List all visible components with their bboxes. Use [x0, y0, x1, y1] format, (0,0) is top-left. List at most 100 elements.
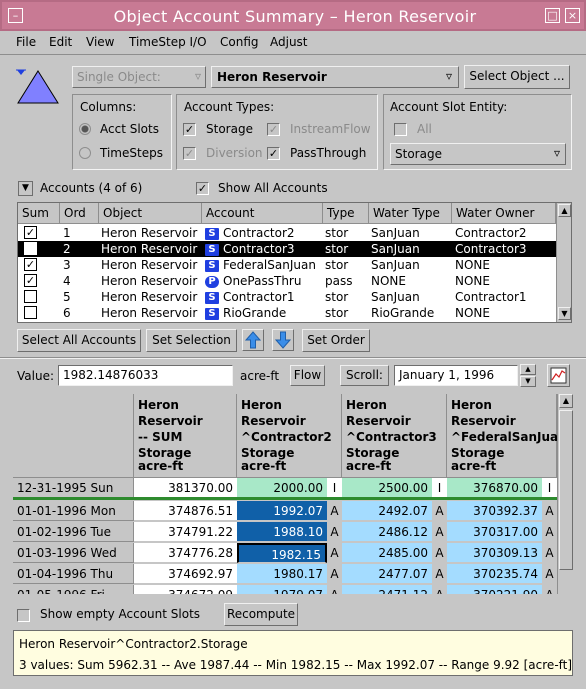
maximize-icon[interactable]: □ [545, 8, 560, 23]
grid-value-cell[interactable]: 374672.09 [134, 585, 237, 594]
grid-value-cell[interactable]: 2486.12 [342, 522, 432, 542]
sum-checkbox[interactable]: ✓ [24, 226, 37, 239]
timestep-label[interactable]: 01-03-1996 Wed [13, 543, 134, 563]
grid-column-header[interactable]: Heron Reservoir -- SUM Storage acre-ft [134, 394, 237, 478]
grid-value-cell[interactable]: 370235.74 [447, 564, 542, 584]
column-header-water-type[interactable]: Water Type [369, 203, 452, 224]
grid-column-header[interactable]: Heron Reservoir ^Contractor3 Storage acre-f… [342, 394, 447, 478]
account-row[interactable]: 5 Heron Reservoir S Contractor1 stor SanJuan C… [18, 289, 556, 305]
grid-value-cell[interactable]: 2477.07 [342, 564, 432, 584]
menu-adjust[interactable]: Adjust [270, 35, 308, 49]
timestep-label[interactable]: 01-05-1996 Fri [13, 585, 134, 594]
checkbox-show-all-accounts[interactable]: ✓ [196, 182, 209, 195]
set-order-button[interactable]: Set Order [302, 329, 370, 352]
sum-checkbox[interactable]: ✓ [24, 258, 37, 271]
flow-button[interactable]: Flow [290, 365, 325, 386]
grid-value-cell[interactable]: 374692.97 [134, 564, 237, 584]
sum-checkbox[interactable] [24, 306, 37, 319]
slot-entity-select[interactable]: Storage ▿ [390, 143, 566, 165]
timestep-label[interactable]: 01-04-1996 Thu [13, 564, 134, 584]
grid-value-cell[interactable]: 1982.15 [237, 543, 327, 563]
owner-cell: Contractor3 [455, 242, 527, 256]
close-icon[interactable]: × [565, 8, 580, 23]
grid-value-cell[interactable]: 381370.00 [134, 478, 237, 498]
sum-checkbox[interactable]: ✓ [24, 274, 37, 287]
select-object-button[interactable]: Select Object ... [464, 65, 570, 89]
plot-button[interactable] [547, 364, 570, 387]
date-spinner[interactable]: ▲ ▼ [520, 364, 536, 387]
column-header-ord[interactable]: Ord [60, 203, 99, 224]
grid-value-cell[interactable]: 2485.00 [342, 543, 432, 563]
accounts-vertical-scrollbar[interactable]: ▲ ▼ [556, 203, 571, 322]
menu-config[interactable]: Config [220, 35, 259, 49]
menu-file[interactable]: File [16, 35, 36, 49]
grid-value-cell[interactable]: 374876.51 [134, 501, 237, 521]
move-down-button[interactable] [272, 329, 294, 351]
set-selection-button[interactable]: Set Selection [146, 329, 237, 352]
move-up-button[interactable] [242, 329, 264, 351]
scroll-label[interactable]: Scroll: [340, 365, 389, 386]
column-header-water-owner[interactable]: Water Owner [452, 203, 556, 224]
recompute-button[interactable]: Recompute [224, 603, 298, 626]
checkbox-passthrough[interactable]: ✓ [267, 147, 280, 160]
menu-view[interactable]: View [86, 35, 114, 49]
grid-vertical-scrollbar[interactable]: ▲ [557, 394, 573, 594]
scroll-date-input[interactable]: January 1, 1996 [394, 365, 518, 386]
grid-value-cell[interactable]: 1988.10 [237, 522, 327, 542]
grid-value-cell[interactable]: 1979.07 [237, 585, 327, 594]
account-row[interactable]: ✓ 4 Heron Reservoir P OnePassThru pass NONE NON… [18, 273, 556, 289]
column-header-account[interactable]: Account [202, 203, 323, 224]
spin-up-icon[interactable]: ▲ [520, 364, 536, 375]
grid-column-header[interactable]: Heron Reservoir ^Contractor2 Storage acre-f… [237, 394, 342, 478]
scroll-date-text: January 1, 1996 [399, 368, 495, 382]
grid-value-cell[interactable]: 376870.00 [447, 478, 542, 498]
radio-acct-slots[interactable] [79, 123, 91, 135]
grid-value-cell[interactable]: 2492.07 [342, 501, 432, 521]
timestep-label[interactable]: 12-31-1995 Sun [13, 478, 134, 498]
grid-scroll-thumb[interactable] [559, 410, 573, 570]
object-select[interactable]: Heron Reservoir ▿ [211, 66, 459, 88]
accounts-collapse-toggle[interactable]: ▼ [18, 181, 33, 196]
menu-timestep-io[interactable]: TimeStep I/O [129, 35, 207, 49]
menu-edit[interactable]: Edit [49, 35, 72, 49]
column-header-type[interactable]: Type [323, 203, 369, 224]
sum-checkbox[interactable]: ✓ [24, 242, 37, 255]
grid-value-cell[interactable]: 374776.28 [134, 543, 237, 563]
account-row[interactable]: ✓ 3 Heron Reservoir S FederalSanJuan stor SanJ… [18, 257, 556, 273]
grid-value-cell[interactable]: 1980.17 [237, 564, 327, 584]
grid-value-cell[interactable]: 2000.00 [237, 478, 327, 498]
ord-cell: 1 [63, 226, 71, 240]
timestep-label[interactable]: 01-02-1996 Tue [13, 522, 134, 542]
title-bar[interactable]: – Object Account Summary – Heron Reservo… [0, 0, 586, 31]
columns-group-title: Columns: [80, 100, 137, 114]
account-row[interactable]: ✓ 1 Heron Reservoir S Contractor2 stor SanJuan… [18, 225, 556, 241]
column-unit: acre-ft [138, 459, 184, 473]
value-input[interactable]: 1982.14876033 [58, 365, 233, 386]
radio-timesteps[interactable] [79, 147, 91, 159]
column-unit: acre-ft [241, 459, 287, 473]
account-row[interactable]: ✓ 2 Heron Reservoir S Contractor3 stor SanJuan… [18, 241, 556, 257]
scroll-up-icon[interactable]: ▲ [559, 394, 573, 408]
sum-checkbox[interactable] [24, 290, 37, 303]
grid-value-cell[interactable]: 1992.07 [237, 501, 327, 521]
grid-value-cell[interactable]: 370317.00 [447, 522, 542, 542]
grid-value-cell[interactable]: 370309.13 [447, 543, 542, 563]
grid-value-cell[interactable]: 2500.00 [342, 478, 432, 498]
select-all-accounts-button[interactable]: Select All Accounts [17, 329, 141, 352]
checkbox-storage[interactable]: ✓ [183, 123, 196, 136]
scroll-up-icon[interactable]: ▲ [558, 204, 571, 217]
checkbox-show-empty[interactable] [17, 609, 30, 622]
account-row[interactable]: 6 Heron Reservoir S RioGrande stor RioGrande N… [18, 305, 556, 321]
grid-value-cell[interactable]: 370221.90 [447, 585, 542, 594]
spin-down-icon[interactable]: ▼ [520, 376, 536, 387]
grid-value-cell[interactable]: 2471.12 [342, 585, 432, 594]
grid-value-cell[interactable]: 370392.37 [447, 501, 542, 521]
scroll-down-icon[interactable]: ▼ [558, 307, 571, 320]
grid-column-header[interactable]: Heron Reservoir ^FederalSanJuan Storage acr… [447, 394, 567, 478]
column-header-sum[interactable]: Sum [18, 203, 60, 224]
timestep-label[interactable]: 01-01-1996 Mon [13, 501, 134, 521]
columns-group: Columns: Acct Slots TimeSteps [72, 94, 172, 170]
grid-value-cell[interactable]: 374791.22 [134, 522, 237, 542]
account-cell: P OnePassThru [205, 274, 301, 288]
column-header-object[interactable]: Object [99, 203, 202, 224]
